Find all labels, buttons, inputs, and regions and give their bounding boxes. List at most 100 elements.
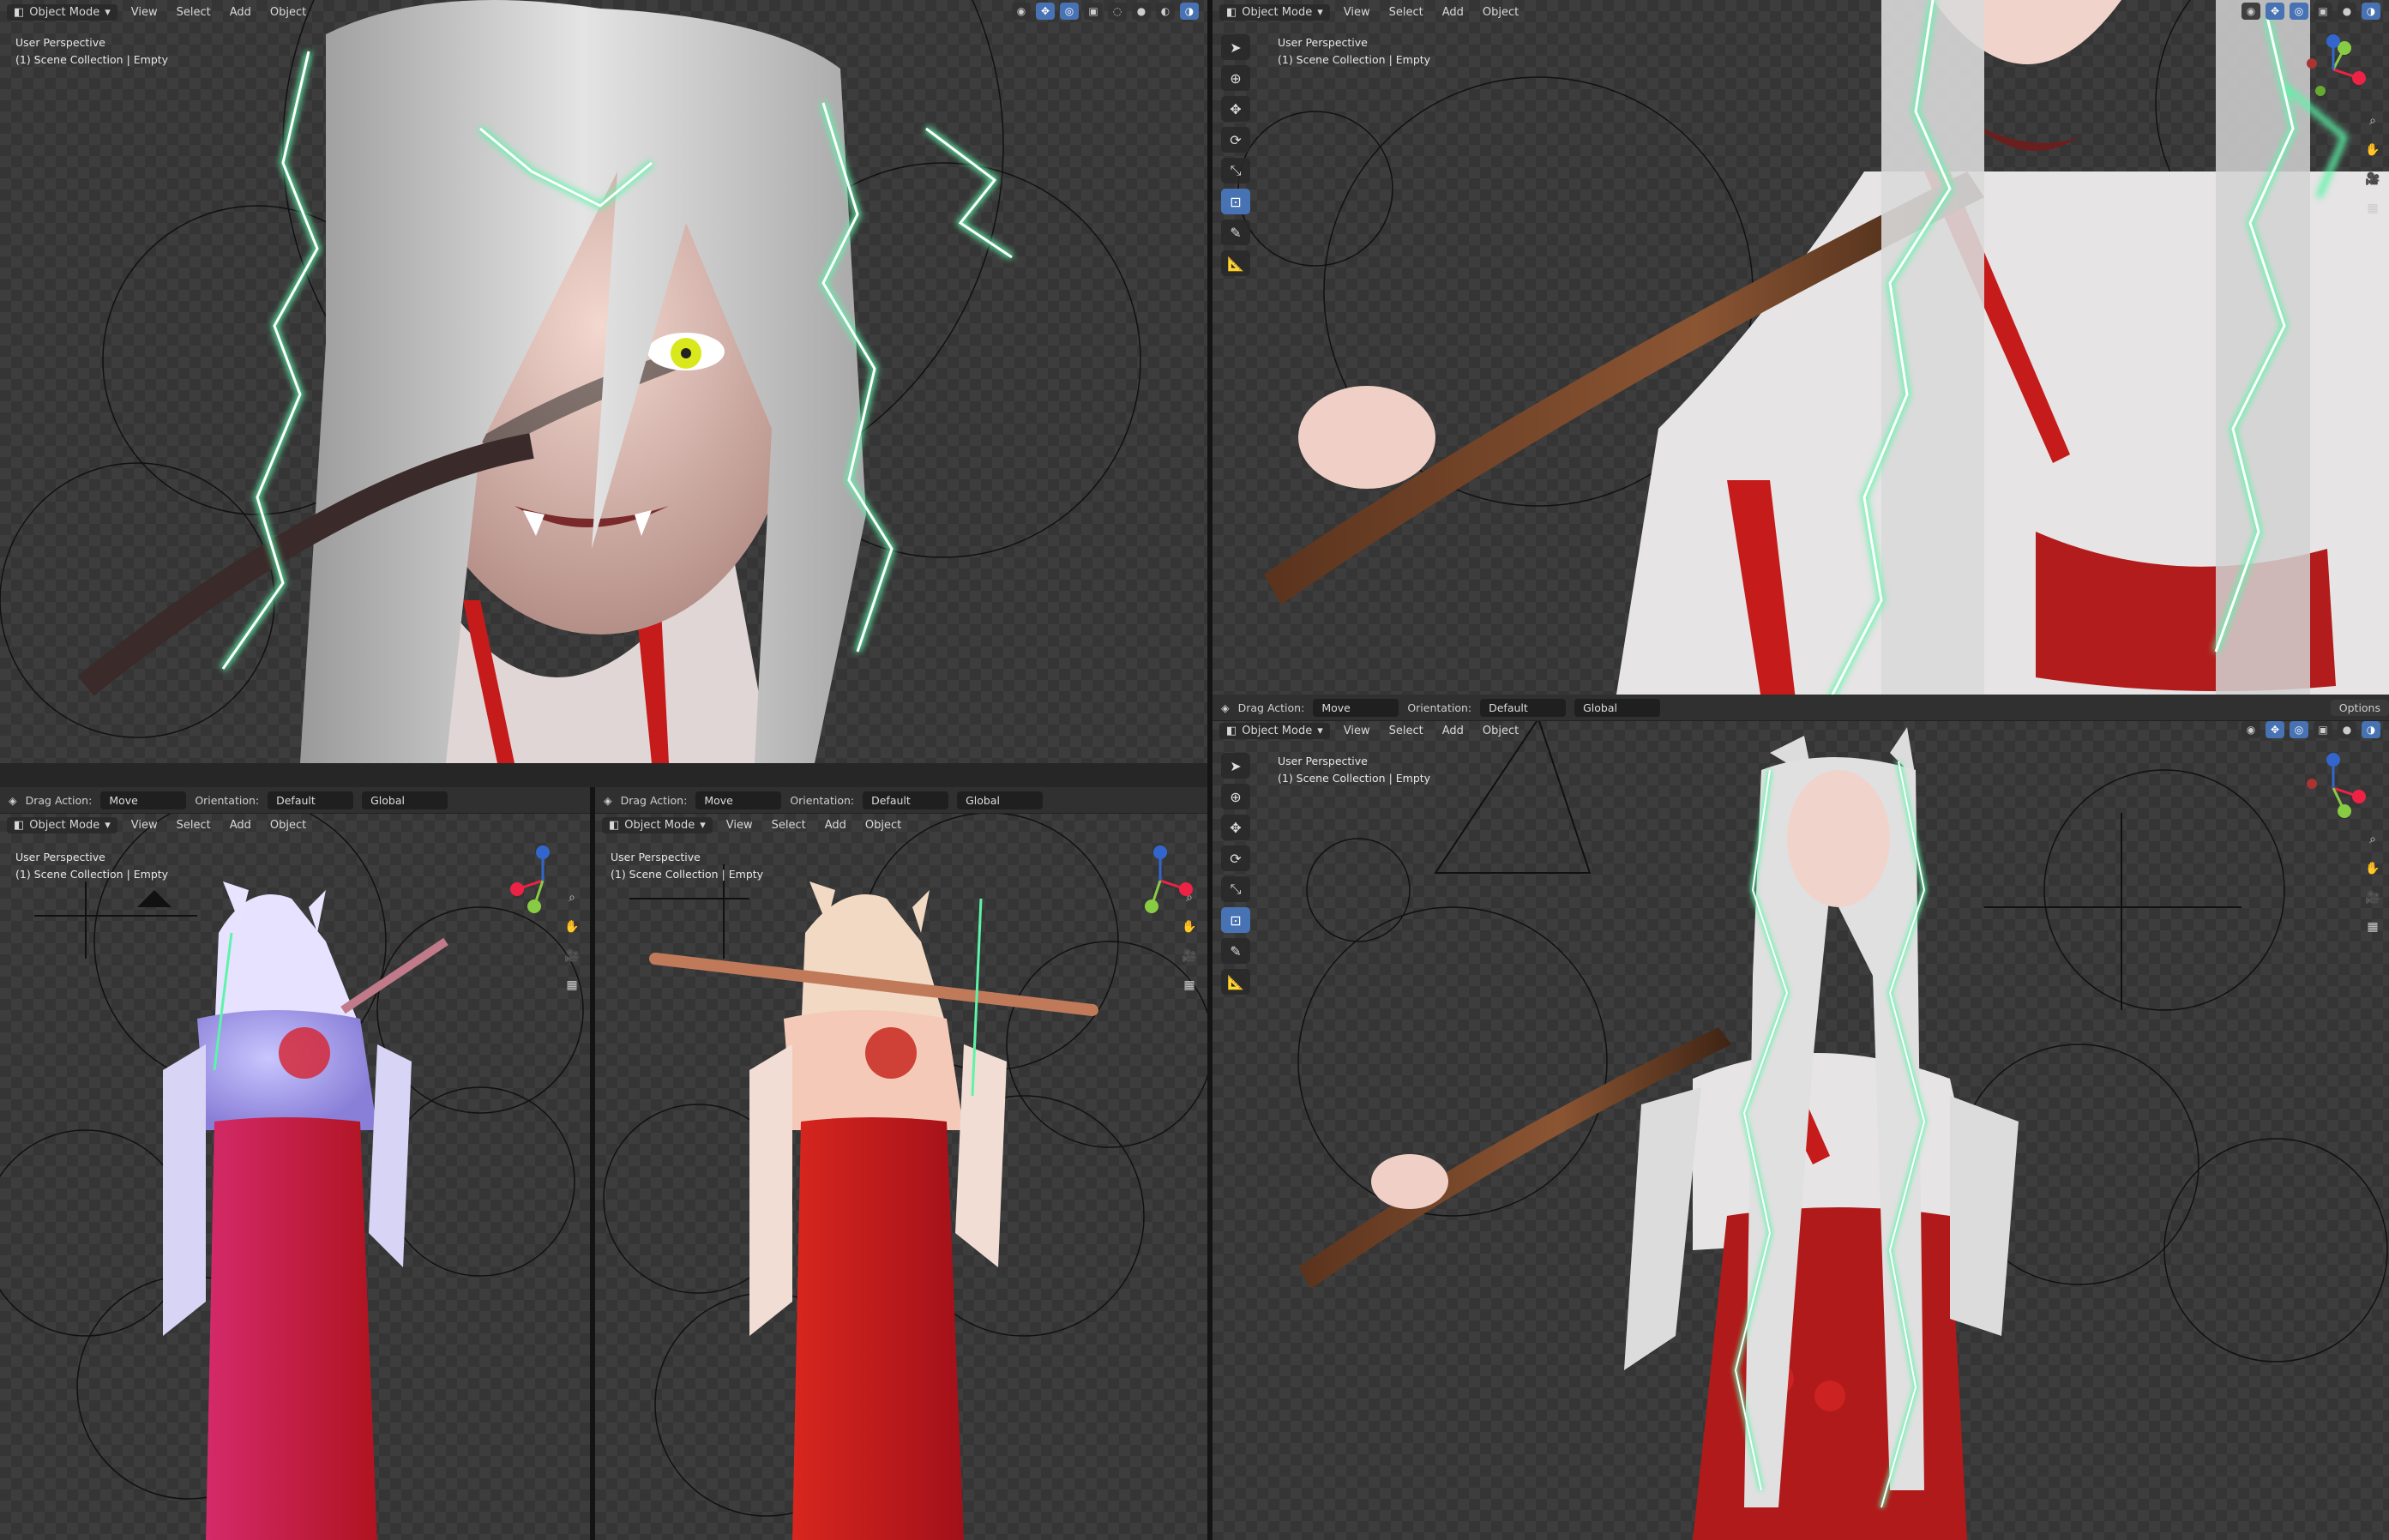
menu-object[interactable]: Object	[1477, 723, 1524, 739]
move-icon[interactable]: ✥	[1221, 815, 1250, 840]
camera-icon[interactable]: 🎥	[2362, 168, 2384, 190]
camera-icon[interactable]: 🎥	[561, 945, 583, 967]
mode-selector[interactable]: ◧ Object Mode ▾	[1219, 3, 1330, 21]
tool-icon[interactable]: ◈	[9, 794, 17, 807]
transform-icon[interactable]: ⊡	[1221, 907, 1250, 933]
mode-selector[interactable]: ◧ Object Mode ▾	[7, 816, 117, 833]
orientation-dropdown[interactable]: Default	[1480, 698, 1567, 717]
measure-icon[interactable]: 📐	[1221, 969, 1250, 995]
menu-view[interactable]: View	[721, 817, 758, 833]
scale-icon[interactable]: ⤡	[1221, 876, 1250, 902]
transform-space-dropdown[interactable]: Global	[362, 791, 448, 809]
area-divider-horizontal[interactable]	[0, 763, 1207, 787]
z-axis-icon[interactable]	[2326, 753, 2340, 767]
menu-add[interactable]: Add	[225, 4, 256, 21]
xray-icon[interactable]: ▣	[2314, 3, 2332, 20]
3d-cursor-icon[interactable]: ⊕	[1221, 784, 1250, 809]
menu-add[interactable]: Add	[1437, 723, 1469, 739]
hand-icon[interactable]: ✋	[1178, 916, 1201, 938]
hand-icon[interactable]: ✋	[2362, 139, 2384, 161]
solid-shading-icon[interactable]: ●	[1132, 3, 1151, 20]
transform-icon[interactable]: ⊡	[1221, 189, 1250, 214]
rotate-icon[interactable]: ⟳	[1221, 845, 1250, 871]
mode-selector[interactable]: ◧ Object Mode ▾	[1219, 722, 1330, 739]
y-axis-icon[interactable]	[527, 899, 541, 913]
menu-add[interactable]: Add	[1437, 4, 1469, 21]
transform-space-dropdown[interactable]: Global	[957, 791, 1044, 809]
zoom-icon[interactable]: ⌕	[1178, 887, 1201, 909]
y-axis-icon[interactable]	[2338, 804, 2351, 818]
menu-object[interactable]: Object	[1477, 4, 1524, 21]
camera-icon[interactable]: 🎥	[2362, 887, 2384, 909]
navigation-gizmo[interactable]	[2295, 31, 2372, 108]
orientation-dropdown[interactable]: Default	[268, 791, 354, 809]
menu-view[interactable]: View	[1339, 4, 1375, 21]
menu-add[interactable]: Add	[225, 817, 256, 833]
annotate-icon[interactable]: ✎	[1221, 220, 1250, 245]
xray-icon[interactable]: ▣	[2314, 721, 2332, 738]
z-axis-icon[interactable]	[1153, 845, 1167, 859]
menu-object[interactable]: Object	[265, 817, 311, 833]
viewport-bottom-middle[interactable]: ◈ Drag Action: Move Orientation: Default…	[595, 787, 1207, 1540]
viewport-top-right[interactable]: ◧ Object Mode ▾ View Select Add Object ◉…	[1213, 0, 2389, 700]
grid-icon[interactable]: ▦	[1178, 974, 1201, 996]
view-object-types-icon[interactable]: ◉	[2242, 3, 2260, 20]
solid-shading-icon[interactable]: ●	[2338, 3, 2356, 20]
menu-select[interactable]: Select	[1384, 723, 1429, 739]
navigation-gizmo[interactable]	[2295, 749, 2372, 827]
move-icon[interactable]: ✥	[1221, 96, 1250, 122]
drag-action-dropdown[interactable]: Move	[100, 791, 187, 809]
menu-view[interactable]: View	[126, 817, 163, 833]
y-axis-icon[interactable]	[1145, 899, 1158, 913]
rotate-icon[interactable]: ⟳	[1221, 127, 1250, 153]
area-divider-vertical[interactable]	[1207, 0, 1213, 1540]
transform-space-dropdown[interactable]: Global	[1574, 698, 1661, 717]
material-shading-icon[interactable]: ◐	[1156, 3, 1175, 20]
mode-selector[interactable]: ◧ Object Mode ▾	[7, 3, 117, 21]
menu-add[interactable]: Add	[820, 817, 851, 833]
x-axis-icon[interactable]	[2352, 71, 2366, 85]
view-object-types-icon[interactable]: ◉	[2242, 721, 2260, 738]
measure-icon[interactable]: 📐	[1221, 250, 1250, 276]
cursor-icon[interactable]: ➤	[1221, 34, 1250, 60]
drag-action-dropdown[interactable]: Move	[1313, 698, 1399, 717]
tool-icon[interactable]: ◈	[604, 794, 612, 807]
menu-view[interactable]: View	[126, 4, 163, 21]
viewport-bottom-left[interactable]: ◈ Drag Action: Move Orientation: Default…	[0, 787, 590, 1540]
z-axis-icon[interactable]	[2326, 34, 2340, 48]
xray-icon[interactable]: ▣	[1084, 3, 1103, 20]
orientation-dropdown[interactable]: Default	[863, 791, 949, 809]
menu-object[interactable]: Object	[860, 817, 906, 833]
view-object-types-icon[interactable]: ◉	[1012, 3, 1031, 20]
overlay-toggle-icon[interactable]: ◎	[1060, 3, 1079, 20]
scale-icon[interactable]: ⤡	[1221, 158, 1250, 183]
solid-shading-icon[interactable]: ●	[2338, 721, 2356, 738]
menu-select[interactable]: Select	[172, 817, 216, 833]
gizmo-toggle-icon[interactable]: ✥	[2266, 721, 2284, 738]
camera-icon[interactable]: 🎥	[1178, 945, 1201, 967]
menu-select[interactable]: Select	[767, 817, 811, 833]
rendered-shading-icon[interactable]: ◑	[2362, 3, 2380, 20]
annotate-icon[interactable]: ✎	[1221, 938, 1250, 964]
options-button[interactable]: Options	[2330, 699, 2389, 716]
x-axis-icon[interactable]	[510, 882, 524, 896]
z-axis-icon[interactable]	[536, 845, 550, 859]
zoom-icon[interactable]: ⌕	[2362, 110, 2384, 132]
x-axis-icon[interactable]	[2352, 790, 2366, 803]
mode-selector[interactable]: ◧ Object Mode ▾	[602, 816, 713, 833]
menu-view[interactable]: View	[1339, 723, 1375, 739]
menu-select[interactable]: Select	[1384, 4, 1429, 21]
overlay-toggle-icon[interactable]: ◎	[2290, 3, 2308, 20]
gizmo-toggle-icon[interactable]: ✥	[1036, 3, 1055, 20]
grid-icon[interactable]: ▦	[561, 974, 583, 996]
hand-icon[interactable]: ✋	[2362, 857, 2384, 880]
hand-icon[interactable]: ✋	[561, 916, 583, 938]
grid-icon[interactable]: ▦	[2362, 916, 2384, 938]
zoom-icon[interactable]: ⌕	[561, 887, 583, 909]
menu-select[interactable]: Select	[172, 4, 216, 21]
rendered-shading-icon[interactable]: ◑	[1180, 3, 1199, 20]
cursor-icon[interactable]: ➤	[1221, 753, 1250, 779]
wireframe-shading-icon[interactable]: ◌	[1108, 3, 1127, 20]
viewport-bottom-right[interactable]: ◧ Object Mode ▾ View Select Add Object ◉…	[1213, 719, 2389, 1540]
gizmo-toggle-icon[interactable]: ✥	[2266, 3, 2284, 20]
